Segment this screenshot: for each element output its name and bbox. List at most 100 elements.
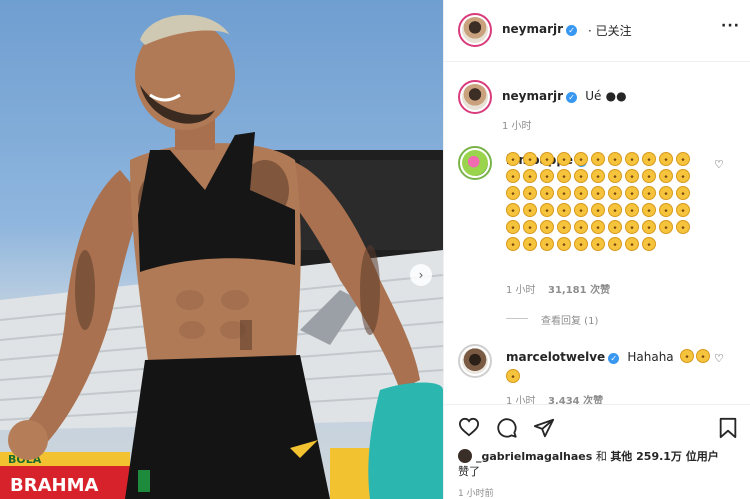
like-comment-heart-icon[interactable]: ♡ (714, 158, 724, 171)
laughing-emoji-icon (676, 220, 690, 234)
post-time-ago: 1 小时前 (458, 489, 494, 499)
comment-emoji-laughing-list (506, 152, 696, 254)
eyes-emoji-icon: ●● (605, 89, 627, 103)
next-photo-button[interactable]: › (410, 264, 432, 286)
laughing-emoji-icon (574, 186, 588, 200)
laughing-emoji-icon (506, 186, 520, 200)
verified-badge-icon: ✓ (608, 353, 620, 364)
laughing-emoji-icon (642, 203, 656, 217)
laughing-emoji-icon (608, 203, 622, 217)
laughing-emoji-icon (574, 203, 588, 217)
bookmark-save-icon[interactable] (718, 417, 738, 439)
laughing-emoji-icon (659, 220, 673, 234)
replies-divider (506, 318, 528, 319)
laughing-emoji-icon (642, 186, 656, 200)
verified-badge-icon: ✓ (566, 92, 578, 103)
post-panel: neymarjr ✓ · 已关注 ··· neymarjr ✓ Ué ●● 1 小时… (443, 0, 750, 499)
laughing-emoji-icon (591, 186, 605, 200)
liked-by-summary: _gabrielmagalhaes 和 其他 259.1万 位用户 赞了 (458, 449, 748, 479)
author-avatar[interactable] (458, 13, 492, 47)
laughing-emoji-icon (659, 152, 673, 166)
laughing-emoji-icon (676, 152, 690, 166)
laughing-emoji-icon (591, 237, 605, 251)
laughing-emoji-icon (625, 152, 639, 166)
laughing-emoji-icon (608, 152, 622, 166)
laughing-emoji-icon (642, 169, 656, 183)
laughing-emoji-icon (608, 220, 622, 234)
laughing-emoji-icon (540, 169, 554, 183)
laughing-emoji-icon (557, 237, 571, 251)
laughing-emoji-icon (557, 186, 571, 200)
comment-time: 1 小时 (506, 285, 536, 296)
follow-status[interactable]: · 已关注 (588, 22, 632, 39)
laughing-emoji-icon (625, 169, 639, 183)
laughing-emoji-icon (659, 169, 673, 183)
laughing-emoji-icon (506, 203, 520, 217)
like-comment-heart-icon[interactable]: ♡ (714, 352, 724, 365)
post-header: neymarjr ✓ · 已关注 ··· (444, 0, 750, 62)
laughing-emoji-icon (574, 169, 588, 183)
verified-badge-icon: ✓ (566, 25, 578, 36)
comment-bubble-icon[interactable] (496, 417, 518, 439)
comment-avatar-mbappe[interactable] (458, 146, 492, 180)
caption-avatar[interactable] (458, 80, 492, 114)
laughing-emoji-icon (625, 220, 639, 234)
laughing-emoji-icon (608, 169, 622, 183)
banner-text-brahma: BRAHMA (10, 475, 98, 496)
laughing-emoji-icon (591, 169, 605, 183)
laughing-emoji-icon (557, 220, 571, 234)
laughing-emoji-icon (574, 220, 588, 234)
laughing-emoji-icon (574, 237, 588, 251)
laughing-emoji-icon (574, 152, 588, 166)
author-username[interactable]: neymarjr ✓ (502, 22, 578, 36)
laughing-emoji-icon (523, 152, 537, 166)
comment-text: Hahaha (627, 350, 674, 364)
laughing-emoji-icon (659, 186, 673, 200)
laughing-emoji-icon (642, 220, 656, 234)
laughing-emoji-icon (591, 203, 605, 217)
laughing-emoji-icon (625, 203, 639, 217)
laughing-emoji-icon (557, 169, 571, 183)
laughing-emoji-icon (540, 186, 554, 200)
laughing-emoji-icon (523, 220, 537, 234)
comment-username-marcelo[interactable]: marcelotwelve ✓ Hahaha (506, 349, 710, 364)
laughing-emoji-icon (506, 369, 520, 383)
laughing-emoji-icon (523, 169, 537, 183)
laughing-emoji-icon (523, 203, 537, 217)
photo-illustration: BOLA BRAHMA (0, 14, 443, 499)
liker-username[interactable]: _gabrielmagalhaes (476, 450, 592, 463)
laughing-emoji-icon (591, 152, 605, 166)
laughing-emoji-icon (591, 220, 605, 234)
others-count-link[interactable]: 其他 259.1万 位用户 (610, 450, 718, 463)
laughing-emoji-icon (659, 203, 673, 217)
laughing-emoji-icon (608, 237, 622, 251)
laughing-emoji-icon (625, 237, 639, 251)
laughing-emoji-icon (676, 186, 690, 200)
laughing-emoji-icon (540, 203, 554, 217)
comment-avatar-marcelo[interactable] (458, 344, 492, 378)
laughing-emoji-icon (506, 237, 520, 251)
post-photo: BOLA BRAHMA (0, 0, 443, 499)
laughing-emoji-icon (625, 186, 639, 200)
share-paper-plane-icon[interactable] (533, 417, 555, 439)
liker-avatar[interactable] (458, 449, 472, 463)
liked-by-separator: 和 (595, 450, 607, 463)
laughing-emoji-icon (676, 203, 690, 217)
laughing-emoji-icon (523, 186, 537, 200)
more-options-icon[interactable]: ··· (721, 18, 740, 34)
laughing-emoji-icon (557, 203, 571, 217)
caption-username[interactable]: neymarjr ✓ Ué ●● (502, 89, 627, 103)
laughing-emoji-icon (540, 237, 554, 251)
laughing-emoji-icon (506, 220, 520, 234)
laughing-emoji-icon (608, 186, 622, 200)
laughing-emoji-icon (642, 152, 656, 166)
comment-emoji-continued (506, 366, 520, 385)
laughing-emoji-icon (506, 169, 520, 183)
like-heart-icon[interactable] (458, 417, 480, 437)
liked-suffix: 赞了 (458, 465, 480, 478)
caption-time: 1 小时 (502, 121, 532, 132)
caption-text: Ué (585, 89, 602, 103)
laughing-emoji-icon (676, 169, 690, 183)
view-replies-link[interactable]: 查看回复 (1) (541, 312, 598, 327)
comment-likes[interactable]: 31,181 次赞 (548, 281, 610, 296)
